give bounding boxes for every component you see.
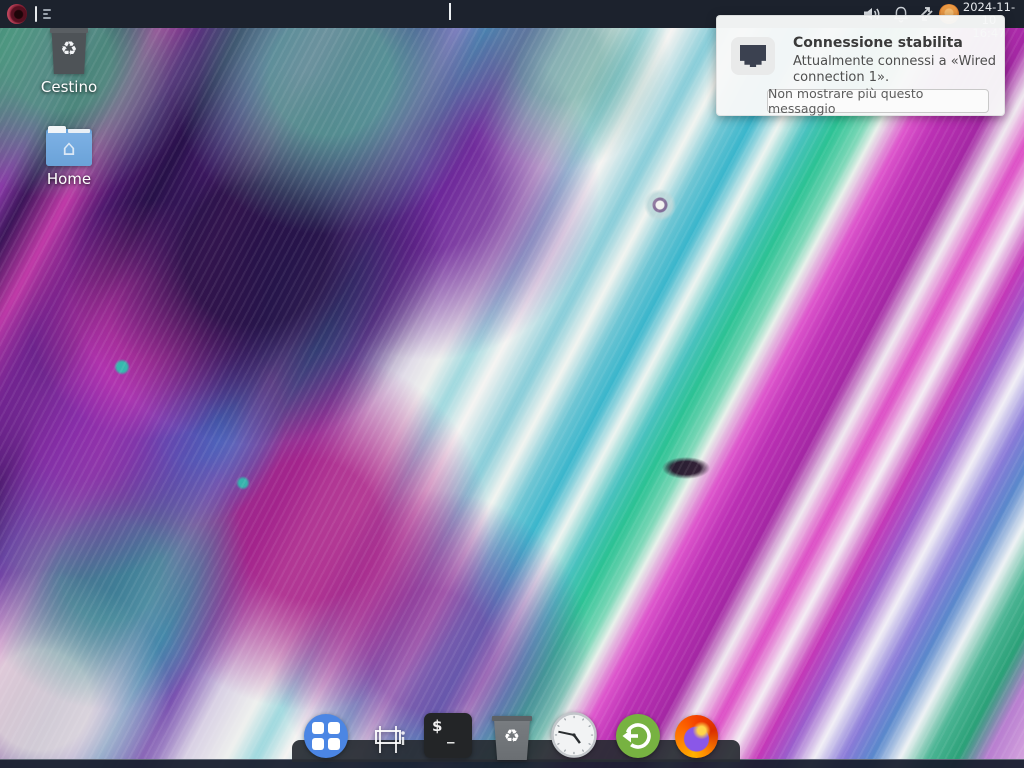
notification-icon-box [731, 37, 775, 75]
dock-trash-icon[interactable]: ♻ [492, 716, 532, 760]
i-beam-cursor [449, 3, 451, 20]
desktop-icon-home[interactable]: ⌂ Home [31, 126, 107, 188]
session-restore-icon[interactable] [616, 714, 660, 758]
distro-logo-icon[interactable] [7, 4, 27, 24]
terminal-icon[interactable]: $ _ [424, 713, 472, 758]
notification-body: Attualmente connessi a «Wired connection… [793, 54, 999, 86]
notification-title: Connessione stabilita [793, 35, 963, 51]
desktop-screen: 2024-11-10 16:47 ♻ Cestino ⌂ Home Connes… [0, 0, 1024, 768]
notification-popup[interactable]: Connessione stabilita Attualmente connes… [716, 15, 1005, 116]
workspaces-icon[interactable] [369, 721, 407, 757]
circular-arrow-glyph [616, 714, 660, 758]
desktop-icon-label: Home [31, 170, 107, 188]
house-glyph: ⌂ [46, 138, 92, 159]
trash-icon: ♻ [50, 28, 88, 74]
panel-separator [35, 6, 37, 22]
desktop-icon-trash[interactable]: ♻ Cestino [31, 28, 107, 96]
terminal-underscore-glyph: _ [447, 726, 455, 744]
recycle-glyph: ♻ [50, 40, 88, 59]
clock-icon[interactable] [551, 712, 597, 758]
terminal-dollar-glyph: $ [432, 717, 442, 735]
desktop-icon-label: Cestino [31, 78, 107, 96]
list-menu-icon[interactable] [43, 9, 52, 19]
home-folder-icon: ⌂ [46, 126, 92, 166]
app-launcher-icon[interactable] [304, 714, 348, 758]
recycle-glyph: ♻ [492, 728, 532, 746]
firefox-icon[interactable] [675, 715, 718, 758]
dismiss-notification-button[interactable]: Non mostrare più questo messaggio [767, 89, 989, 113]
ethernet-icon [740, 45, 766, 67]
